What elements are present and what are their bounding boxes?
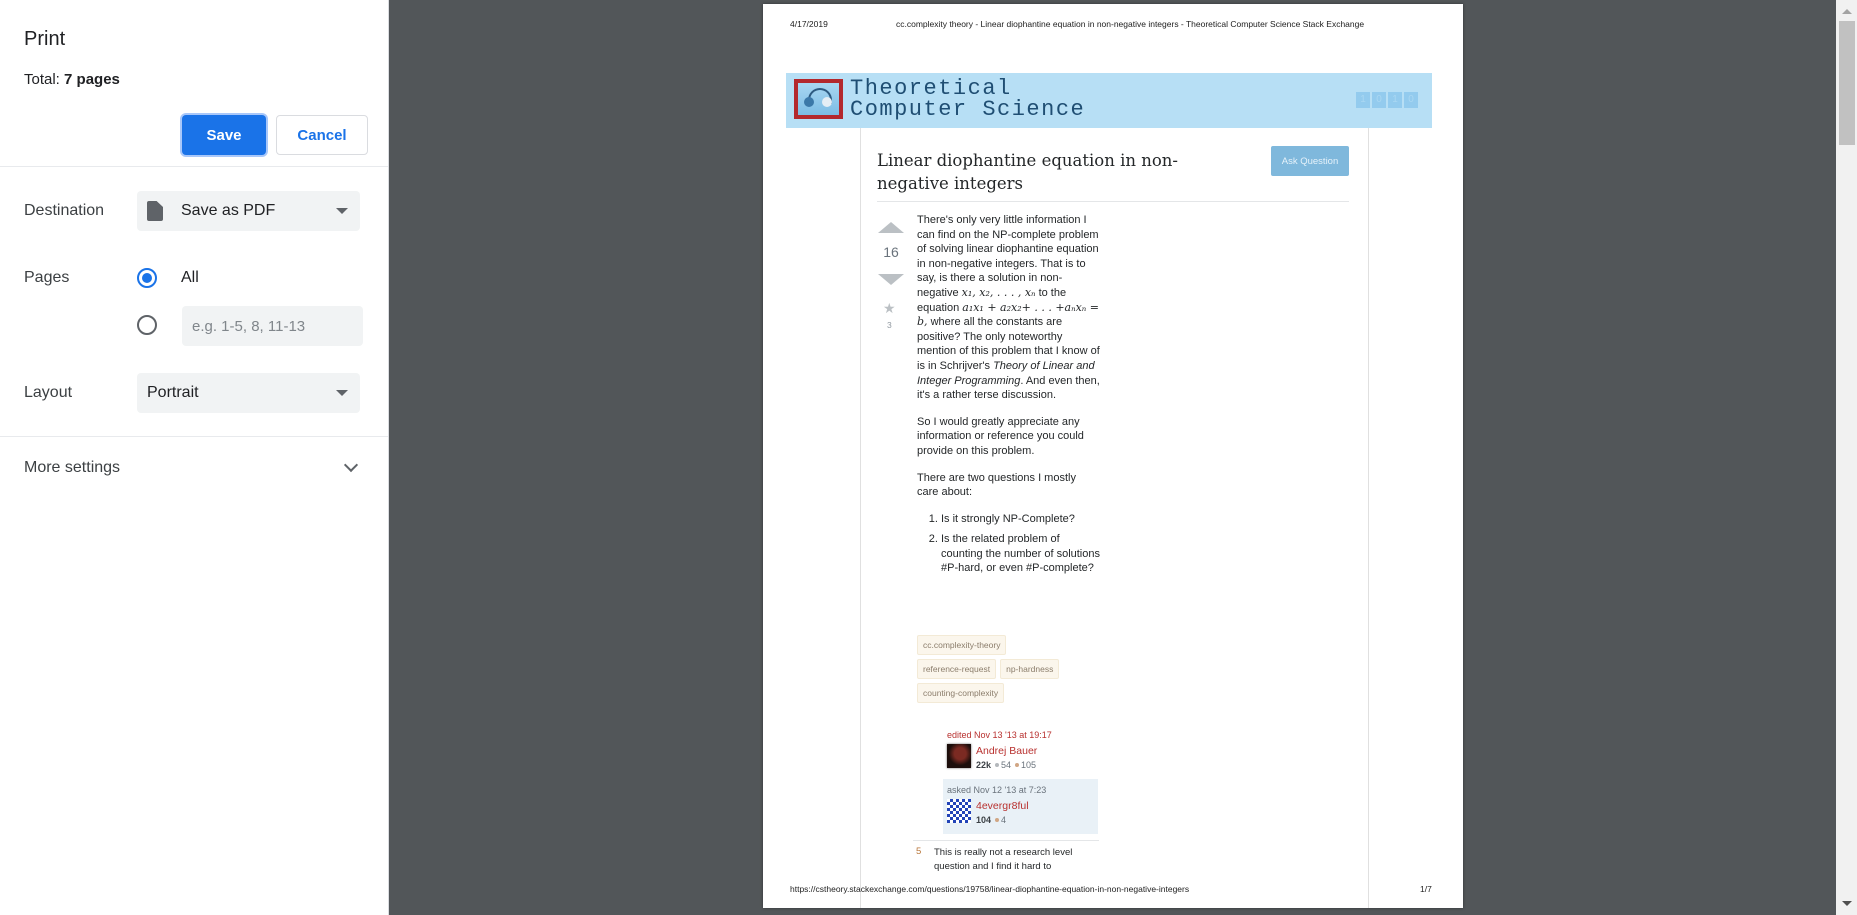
more-settings-toggle[interactable]: More settings xyxy=(0,445,388,491)
tag[interactable]: reference-request xyxy=(917,659,997,679)
bit: 0 xyxy=(1372,92,1386,108)
bit: 1 xyxy=(1356,92,1370,108)
edited-info: edited Nov 13 '13 at 19:17 xyxy=(947,730,1052,740)
tag-list: cc.complexity-theory reference-request n… xyxy=(917,635,1107,703)
paragraph: There are two questions I mostly care ab… xyxy=(917,471,1076,499)
dropdown-arrow-icon xyxy=(336,390,348,396)
downvote-arrow-icon[interactable] xyxy=(878,274,904,285)
favorite-count: 3 xyxy=(887,320,892,330)
divider xyxy=(913,840,1099,841)
pages-all-radio[interactable] xyxy=(137,268,157,288)
pages-all-label: All xyxy=(181,269,199,286)
tag[interactable]: np-hardness xyxy=(1000,659,1060,679)
site-banner: Theoretical Computer Science 1 0 1 0 xyxy=(786,73,1432,128)
more-settings-label: More settings xyxy=(24,459,121,476)
asked-time: asked Nov 12 '13 at 7:23 xyxy=(947,785,1047,795)
destination-label: Destination xyxy=(24,202,105,219)
question-title: Linear diophantine equation in non-negat… xyxy=(877,151,1178,193)
bit: 0 xyxy=(1404,92,1418,108)
question-list: Is it strongly NP-Complete? Is the relat… xyxy=(917,512,1100,576)
print-title: Print xyxy=(24,28,66,50)
layout-select[interactable]: Portrait xyxy=(137,373,360,413)
question-body: There's only very little information I c… xyxy=(917,213,1100,586)
chevron-down-icon xyxy=(343,457,359,473)
asker-avatar[interactable] xyxy=(947,799,971,823)
destination-select[interactable]: Save as PDF xyxy=(137,191,360,231)
total-value: 7 pages xyxy=(64,71,120,88)
bit: 1 xyxy=(1388,92,1402,108)
destination-value: Save as PDF xyxy=(181,202,276,219)
comment-score: 5 xyxy=(916,846,922,857)
document-icon xyxy=(147,201,163,221)
pages-custom-radio[interactable] xyxy=(137,315,157,335)
header-date: 4/17/2019 xyxy=(790,19,828,29)
paragraph: So I would greatly appreciate any inform… xyxy=(917,415,1084,457)
editor-avatar[interactable] xyxy=(947,744,971,768)
tag[interactable]: cc.complexity-theory xyxy=(917,635,1007,655)
asker-name[interactable]: 4evergr8ful xyxy=(976,800,1029,812)
editor-name[interactable]: Andrej Bauer xyxy=(976,745,1037,757)
edited-time: edited Nov 13 '13 at 19:17 xyxy=(947,730,1052,740)
tag[interactable]: counting-complexity xyxy=(917,683,1005,703)
banner-bits: 1 0 1 0 xyxy=(1356,92,1418,108)
list-item: Is it strongly NP-Complete? xyxy=(941,512,1100,527)
list-item: Is the related problem of counting the n… xyxy=(941,532,1100,576)
divider xyxy=(0,166,388,167)
divider xyxy=(877,201,1349,202)
footer-url: https://cstheory.stackexchange.com/quest… xyxy=(790,884,1190,894)
asker-reputation: 104 4 xyxy=(976,815,1007,825)
total-pages: Total: 7 pages xyxy=(24,71,120,88)
layout-label: Layout xyxy=(24,384,73,401)
site-logo xyxy=(794,79,843,119)
paragraph: There's only very little information I c… xyxy=(917,214,1100,402)
pages-label: Pages xyxy=(24,269,70,286)
save-button[interactable]: Save xyxy=(182,115,266,155)
cancel-button[interactable]: Cancel xyxy=(276,115,368,155)
ask-question-button[interactable]: Ask Question xyxy=(1271,146,1349,176)
layout-value: Portrait xyxy=(147,384,199,401)
dropdown-arrow-icon xyxy=(336,208,348,214)
scroll-down-arrow-icon[interactable] xyxy=(1842,901,1852,906)
footer-page-number: 1/7 xyxy=(1420,884,1432,894)
scrollbar-thumb[interactable] xyxy=(1839,21,1855,145)
scroll-up-arrow-icon[interactable] xyxy=(1842,9,1852,14)
print-preview-page: 4/17/2019 cc.complexity theory - Linear … xyxy=(763,4,1463,908)
upvote-arrow-icon[interactable] xyxy=(878,222,904,233)
vote-count: 16 xyxy=(883,244,899,260)
math-variables: x₁, x₂, . . . , xₙ xyxy=(961,285,1036,299)
print-settings-panel: Print Total: 7 pages Save Cancel Destina… xyxy=(0,0,389,915)
comment-text: This is really not a research level ques… xyxy=(934,847,1073,872)
header-title: cc.complexity theory - Linear diophantin… xyxy=(896,19,1365,29)
editor-reputation: 22k 54 105 xyxy=(976,760,1037,770)
pages-custom-input[interactable] xyxy=(182,306,363,346)
site-name: Theoretical Computer Science xyxy=(850,76,1086,122)
preview-scrollbar[interactable] xyxy=(1836,0,1857,915)
total-label: Total: xyxy=(24,71,60,88)
divider xyxy=(0,436,388,437)
favorite-star-icon[interactable]: ★ xyxy=(883,300,896,317)
